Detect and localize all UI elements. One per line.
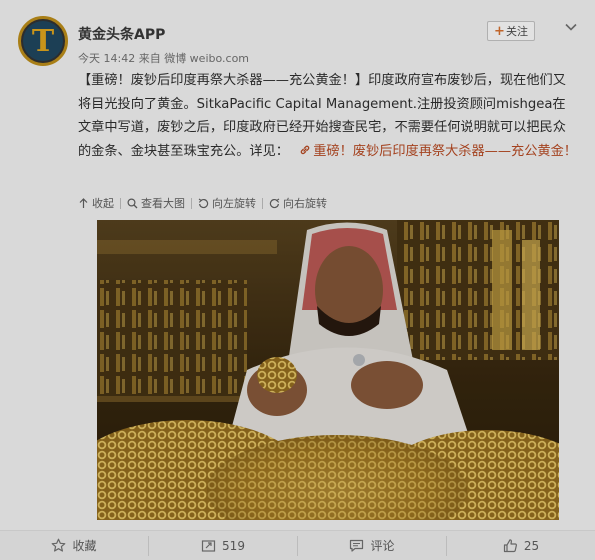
username[interactable]: 黄金头条APP: [78, 24, 165, 44]
like-count: 25: [523, 538, 540, 553]
like-button[interactable]: 25: [446, 535, 595, 556]
rotate-left-label: 向左旋转: [212, 197, 256, 210]
avatar-logo: T: [23, 21, 63, 61]
favorite-button[interactable]: 收藏: [0, 536, 148, 556]
view-large-label: 查看大图: [141, 197, 185, 210]
plus-icon: +: [494, 23, 505, 39]
post-meta: 今天 14:42 来自 微博 weibo.com: [78, 52, 250, 65]
rotate-right-button[interactable]: 向右旋转: [269, 195, 327, 211]
star-icon: [52, 538, 66, 552]
thumbs-up-icon: [503, 539, 517, 553]
comment-icon: [350, 539, 364, 552]
avatar[interactable]: T: [18, 16, 68, 66]
divider: [191, 197, 192, 209]
view-large-button[interactable]: 查看大图: [127, 195, 185, 211]
rotate-left-button[interactable]: 向左旋转: [198, 195, 256, 211]
link-icon: [293, 144, 313, 159]
rotate-right-icon: [269, 198, 280, 208]
gold-merchant-photo: [97, 220, 559, 520]
collapse-up-icon: [79, 197, 88, 208]
repost-count: 519: [222, 538, 245, 553]
action-bar: 收藏 519 评论 25: [0, 530, 595, 560]
image-toolbar: 收起 查看大图 向左旋转 向右旋转: [78, 195, 327, 211]
rotate-right-label: 向右旋转: [283, 197, 327, 210]
repost-icon: [201, 540, 216, 552]
collapse-label: 收起: [92, 197, 114, 210]
divider: [262, 197, 263, 209]
comment-label: 评论: [370, 539, 395, 553]
article-link[interactable]: 重磅！废钞后印度再祭大杀器——充公黄金！: [313, 144, 577, 159]
favorite-label: 收藏: [72, 539, 97, 553]
comment-button[interactable]: 评论: [297, 535, 446, 556]
post-photo[interactable]: [97, 220, 559, 520]
chevron-down-icon[interactable]: [564, 20, 578, 34]
follow-label: 关注: [505, 25, 528, 38]
divider: [120, 197, 121, 209]
post-text: 【重磅！废钞后印度再祭大杀器——充公黄金！】印度政府宣布废钞后，现在他们又将目光…: [78, 69, 578, 163]
weibo-post-card: T 黄金头条APP 今天 14:42 来自 微博 weibo.com + 关注 …: [0, 0, 595, 560]
repost-button[interactable]: 519: [148, 535, 297, 556]
follow-button[interactable]: + 关注: [487, 21, 535, 41]
search-icon: [127, 197, 138, 208]
rotate-left-icon: [198, 198, 209, 208]
collapse-button[interactable]: 收起: [78, 195, 114, 211]
